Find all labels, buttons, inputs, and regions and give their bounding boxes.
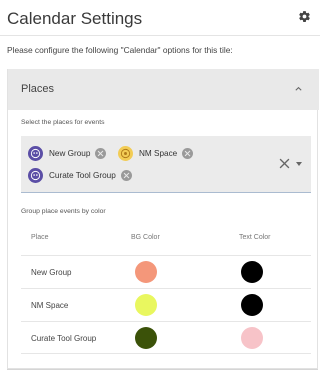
chip-label: NM Space [139,148,178,158]
page-title: Calendar Settings [7,9,143,28]
places-accordion: Places Select the places for events New … [7,69,319,369]
gear-icon[interactable] [298,10,311,23]
space-avatar-icon [118,145,133,161]
chip-label: Curate Tool Group [49,170,116,180]
places-accordion-header[interactable]: Places [8,69,319,110]
column-header-bg-color: BG Color [131,234,160,241]
clear-all-icon[interactable] [279,158,290,169]
chip-curate-tool-group: Curate Tool Group [28,166,132,184]
group-avatar-icon [28,167,43,183]
places-title: Places [21,83,55,95]
table-row: Curate Tool Group [21,321,311,354]
divider [7,369,318,370]
bg-color-swatch[interactable] [135,327,157,349]
bg-color-swatch[interactable] [135,294,157,316]
place-name: Curate Tool Group [31,334,97,343]
column-header-text-color: Text Color [239,234,271,241]
intro-text: Please configure the following "Calendar… [7,45,233,55]
chip-remove-icon[interactable] [182,147,194,159]
color-group-label: Group place events by color [21,208,106,215]
places-select-label: Select the places for events [21,119,105,126]
text-color-swatch[interactable] [241,261,263,283]
chip-new-group: New Group [28,144,107,162]
bg-color-swatch[interactable] [135,261,157,283]
text-color-swatch[interactable] [241,294,263,316]
group-avatar-icon [28,145,43,161]
chip-remove-icon[interactable] [120,169,132,181]
places-multiselect[interactable]: New Group NM Space Curate Tool Group [21,136,311,193]
text-color-swatch[interactable] [241,327,263,349]
column-header-place: Place [31,234,49,241]
place-name: New Group [31,268,72,277]
chevron-up-icon [295,86,302,91]
chip-remove-icon[interactable] [95,147,107,159]
place-name: NM Space [31,301,69,310]
table-row: NM Space [21,288,311,321]
chip-nm-space: NM Space [118,144,194,162]
dropdown-caret-icon[interactable] [296,162,302,166]
chip-label: New Group [49,148,91,158]
settings-header: Calendar Settings [0,0,320,36]
table-row: New Group [21,255,311,288]
